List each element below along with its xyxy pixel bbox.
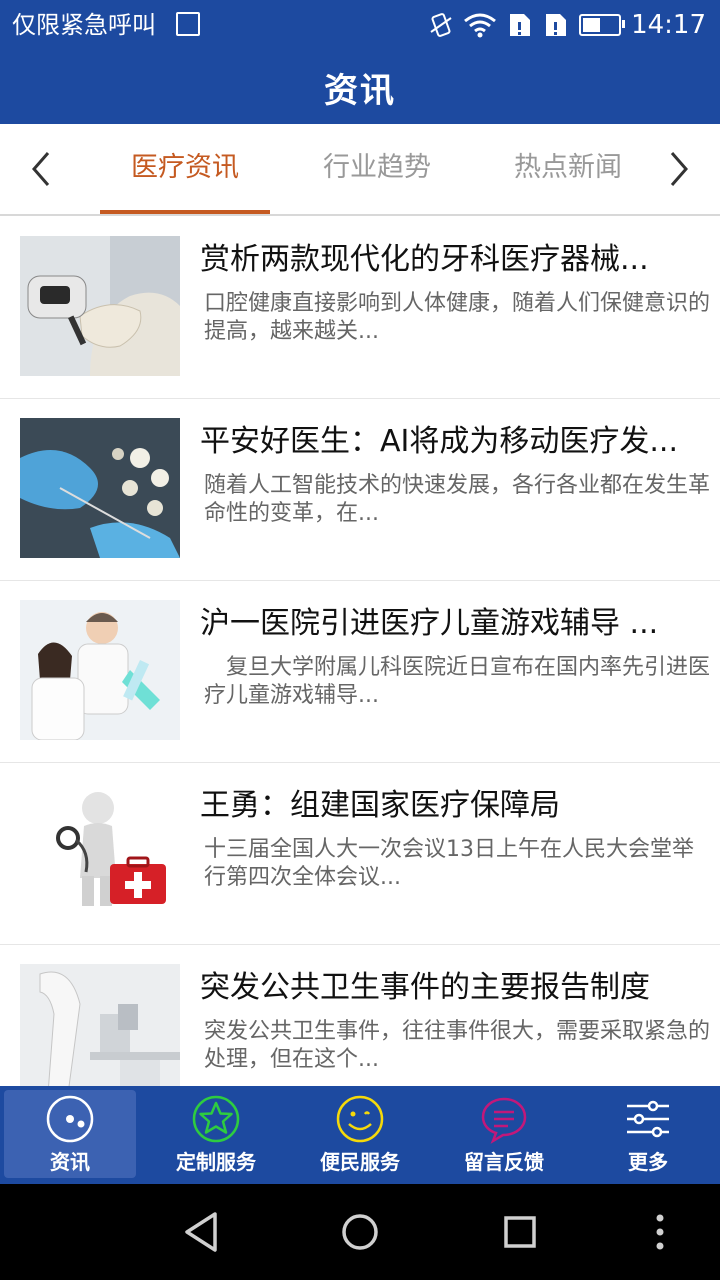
tabs-prev-button[interactable] bbox=[20, 146, 60, 192]
nav-feedback[interactable]: 留言反馈 bbox=[438, 1090, 570, 1178]
page-title: 资讯 bbox=[324, 70, 396, 111]
article-title: 王勇：组建国家医疗保障局 bbox=[200, 788, 560, 823]
news-icon bbox=[46, 1095, 94, 1143]
article-summary: 随着人工智能技术的快速发展，各行各业都在发生革命性的变革，在... bbox=[204, 473, 711, 526]
nav-label: 更多 bbox=[628, 1150, 668, 1174]
nav-news[interactable]: 资讯 bbox=[4, 1090, 136, 1178]
article-thumbnail bbox=[20, 236, 180, 376]
category-tabs: 医疗资讯 行业趋势 热点新闻 bbox=[0, 124, 720, 216]
recents-icon[interactable] bbox=[495, 1210, 545, 1254]
message-icon bbox=[481, 1097, 527, 1144]
status-bar: 仅限紧急呼叫 14:17 bbox=[0, 0, 720, 50]
tabs-next-button[interactable] bbox=[660, 146, 700, 192]
article-summary: 十三届全国人大一次会议13日上午在人民大会堂举行第四次全体会议... bbox=[204, 837, 694, 890]
vibrate-icon bbox=[430, 13, 452, 37]
tab-medical-news[interactable]: 医疗资讯 bbox=[100, 124, 270, 214]
smile-icon bbox=[336, 1095, 384, 1143]
battery-icon bbox=[579, 14, 626, 36]
tab-hot-news[interactable]: 热点新闻 bbox=[484, 124, 626, 214]
article-summary: 突发公共卫生事件，往往事件很大，需要采取紧急的处理，但在这个... bbox=[204, 1019, 711, 1072]
article-summary: 复旦大学附属儿科医院近日宣布在国内率先引进医疗儿童游戏辅导... bbox=[204, 655, 711, 708]
article-thumbnail bbox=[20, 600, 180, 740]
tab-industry-trends[interactable]: 行业趋势 bbox=[292, 124, 462, 214]
overflow-icon[interactable] bbox=[636, 1210, 684, 1254]
article-title: 突发公共卫生事件的主要报告制度 bbox=[200, 970, 650, 1005]
nav-more[interactable]: 更多 bbox=[582, 1090, 714, 1178]
wifi-icon bbox=[464, 13, 496, 38]
carrier-text: 仅限紧急呼叫 bbox=[12, 11, 156, 39]
chevron-left-icon bbox=[32, 152, 50, 186]
nav-custom-service[interactable]: 定制服务 bbox=[150, 1090, 282, 1178]
nav-convenience-service[interactable]: 便民服务 bbox=[294, 1090, 426, 1178]
article-thumbnail bbox=[20, 782, 180, 922]
article-title: 平安好医生：AI将成为移动医疗发... bbox=[200, 424, 678, 459]
nav-label: 便民服务 bbox=[320, 1150, 400, 1174]
back-icon[interactable] bbox=[177, 1210, 227, 1254]
sliders-icon bbox=[627, 1100, 669, 1138]
image-notification-icon bbox=[176, 12, 200, 36]
article-title: 沪一医院引进医疗儿童游戏辅导 ... bbox=[200, 606, 659, 641]
article-item[interactable]: 王勇：组建国家医疗保障局 十三届全国人大一次会议13日上午在人民大会堂举行第四次… bbox=[0, 762, 720, 945]
bottom-navigation: 资讯 定制服务 便民服务 留言反馈 更多 bbox=[0, 1086, 720, 1184]
article-item[interactable]: 突发公共卫生事件的主要报告制度 突发公共卫生事件，往往事件很大，需要采取紧急的处… bbox=[0, 944, 720, 1086]
article-list: 赏析两款现代化的牙科医疗器械... 口腔健康直接影响到人体健康，随着人们保健意识… bbox=[0, 216, 720, 1086]
nav-label: 定制服务 bbox=[176, 1150, 256, 1174]
article-title: 赏析两款现代化的牙科医疗器械... bbox=[200, 242, 649, 277]
nav-label: 资讯 bbox=[50, 1150, 90, 1174]
nav-label: 留言反馈 bbox=[464, 1150, 544, 1174]
clock: 14:17 bbox=[631, 10, 706, 40]
article-item[interactable]: 平安好医生：AI将成为移动医疗发... 随着人工智能技术的快速发展，各行各业都在… bbox=[0, 398, 720, 581]
article-item[interactable]: 沪一医院引进医疗儿童游戏辅导 ... 复旦大学附属儿科医院近日宣布在国内率先引进… bbox=[0, 580, 720, 763]
status-icons: 14:17 bbox=[429, 8, 706, 42]
app-bar: 资讯 bbox=[0, 50, 720, 124]
article-item[interactable]: 赏析两款现代化的牙科医疗器械... 口腔健康直接影响到人体健康，随着人们保健意识… bbox=[0, 216, 720, 399]
home-icon[interactable] bbox=[335, 1210, 385, 1254]
article-summary: 口腔健康直接影响到人体健康，随着人们保健意识的提高，越来越关... bbox=[204, 291, 711, 344]
system-navigation-bar bbox=[0, 1184, 720, 1280]
article-thumbnail bbox=[20, 964, 180, 1086]
chevron-right-icon bbox=[670, 152, 688, 186]
sim-icon bbox=[510, 14, 531, 36]
star-icon bbox=[192, 1095, 240, 1143]
sim-icon bbox=[546, 14, 567, 36]
article-thumbnail bbox=[20, 418, 180, 558]
